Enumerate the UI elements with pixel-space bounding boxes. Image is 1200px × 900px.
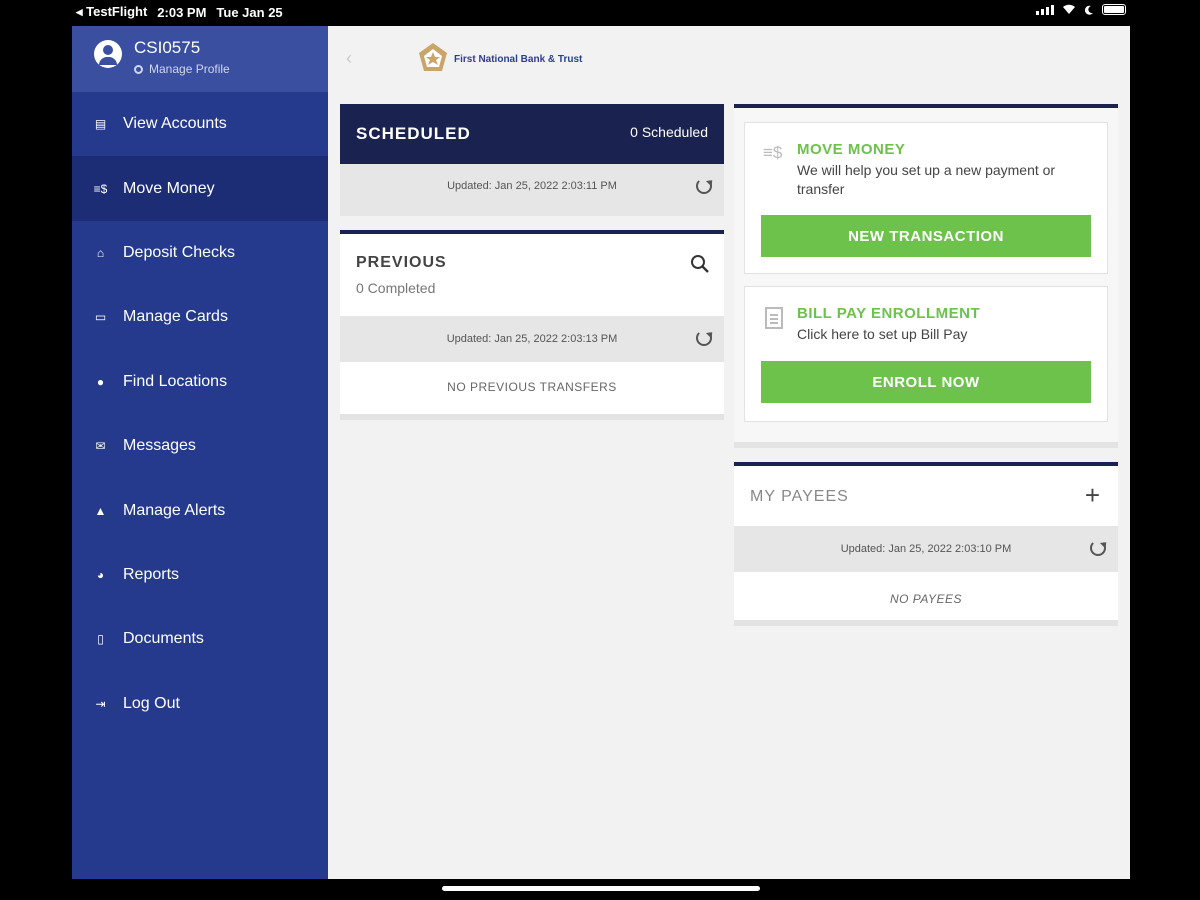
add-payee-plus-icon[interactable]: +	[1085, 480, 1100, 511]
bill-pay-box: BILL PAY ENROLLMENT Click here to set up…	[744, 286, 1108, 422]
scheduled-header: SCHEDULED 0 Scheduled	[340, 104, 724, 164]
bank-name: First National Bank & Trust	[454, 54, 583, 65]
move-money-box: ≡$ MOVE MONEY We will help you set up a …	[744, 122, 1108, 274]
card-shadow	[340, 414, 724, 420]
sidebar-item-find-locations[interactable]: ● Find Locations	[72, 350, 328, 414]
bank-icon: ⌂	[96, 245, 105, 260]
status-date: Tue Jan 25	[216, 4, 283, 20]
location-pin-icon: ●	[96, 374, 105, 389]
sidebar-item-reports[interactable]: ◕ Reports	[72, 543, 328, 607]
sidebar-item-label: Move Money	[123, 179, 215, 197]
manage-profile-label: Manage Profile	[149, 62, 230, 76]
enroll-now-button[interactable]: ENROLL NOW	[761, 361, 1091, 403]
profile-header[interactable]: CSI0575 Manage Profile	[72, 26, 328, 92]
card-icon: ▭	[94, 310, 107, 325]
testflight-back-link[interactable]: ◂ TestFlight	[76, 4, 147, 20]
home-indicator[interactable]	[442, 886, 760, 891]
status-bar: ◂ TestFlight 2:03 PM Tue Jan 25	[0, 0, 1200, 24]
previous-completed-count: 0 Completed	[356, 280, 436, 296]
accounts-icon: ▤	[94, 117, 107, 132]
scheduled-title: SCHEDULED	[356, 124, 471, 143]
moon-icon	[1084, 5, 1093, 15]
avatar-icon	[94, 40, 122, 68]
refresh-icon[interactable]	[696, 178, 712, 194]
back-chevron-icon[interactable]: ‹	[346, 48, 352, 69]
search-icon[interactable]	[690, 254, 710, 274]
sidebar-item-label: Deposit Checks	[123, 243, 236, 261]
bill-document-icon	[765, 307, 783, 329]
payees-updated-text: Updated: Jan 25, 2022 2:03:10 PM	[840, 543, 1012, 555]
refresh-icon[interactable]	[696, 330, 712, 346]
previous-updated-text: Updated: Jan 25, 2022 2:03:13 PM	[446, 333, 618, 345]
refresh-icon[interactable]	[1090, 540, 1106, 556]
previous-empty-message: NO PREVIOUS TRANSFERS	[447, 380, 617, 394]
bill-pay-description: Click here to set up Bill Pay	[797, 326, 968, 342]
move-money-description: We will help you set up a new payment or…	[797, 162, 1056, 197]
gear-icon	[134, 64, 143, 74]
sidebar-item-label: View Accounts	[123, 115, 227, 133]
move-money-title: MOVE MONEY	[797, 141, 906, 158]
sidebar-item-label: Manage Alerts	[123, 501, 226, 519]
cellular-signal-icon	[1036, 4, 1054, 15]
sidebar-item-log-out[interactable]: ⇥ Log Out	[72, 672, 328, 736]
bell-icon: ▲	[94, 503, 107, 518]
pie-chart-icon: ◕	[96, 567, 105, 582]
document-icon: ▯	[97, 632, 104, 647]
sidebar: CSI0575 Manage Profile ▤ View Accounts ≡…	[72, 26, 328, 879]
card-shadow	[734, 620, 1118, 626]
payees-card: MY PAYEES + Updated: Jan 25, 2022 2:03:1…	[734, 462, 1118, 626]
envelope-icon: ✉	[95, 439, 106, 454]
scheduled-updated-text: Updated: Jan 25, 2022 2:03:11 PM	[447, 180, 617, 192]
sidebar-item-deposit-checks[interactable]: ⌂ Deposit Checks	[72, 221, 328, 285]
previous-title: PREVIOUS	[356, 254, 447, 271]
payees-updated-row: Updated: Jan 25, 2022 2:03:10 PM	[734, 526, 1118, 572]
wifi-icon	[1063, 4, 1075, 14]
app-screen: CSI0575 Manage Profile ▤ View Accounts ≡…	[72, 26, 1130, 879]
card-shadow	[734, 442, 1118, 448]
move-money-icon: ≡$	[763, 143, 783, 162]
app-header: ‹ First National Bank & Trust	[328, 26, 1130, 96]
scheduled-updated-row: Updated: Jan 25, 2022 2:03:11 PM	[340, 164, 724, 216]
bill-pay-title: BILL PAY ENROLLMENT	[797, 305, 981, 322]
scheduled-count: 0 Scheduled	[630, 124, 708, 140]
battery-icon	[1102, 4, 1126, 15]
profile-username: CSI0575	[134, 38, 201, 57]
logout-icon: ⇥	[95, 696, 106, 711]
sidebar-item-label: Messages	[123, 437, 196, 455]
new-transaction-button[interactable]: NEW TRANSACTION	[761, 215, 1091, 257]
sidebar-item-label: Documents	[123, 630, 204, 648]
sidebar-item-documents[interactable]: ▯ Documents	[72, 607, 328, 671]
manage-profile-link[interactable]: Manage Profile	[134, 62, 230, 76]
sidebar-item-label: Log Out	[123, 694, 180, 712]
sidebar-item-label: Manage Cards	[123, 308, 228, 326]
sidebar-item-messages[interactable]: ✉ Messages	[72, 414, 328, 478]
sidebar-item-manage-alerts[interactable]: ▲ Manage Alerts	[72, 478, 328, 542]
move-money-icon: ≡$	[93, 181, 108, 196]
previous-card: PREVIOUS 0 Completed Updated: Jan 25, 20…	[340, 230, 724, 420]
sidebar-item-label: Reports	[123, 565, 180, 583]
sidebar-item-manage-cards[interactable]: ▭ Manage Cards	[72, 285, 328, 349]
sidebar-item-view-accounts[interactable]: ▤ View Accounts	[72, 92, 328, 156]
payees-empty-message: NO PAYEES	[889, 592, 963, 606]
previous-updated-row: Updated: Jan 25, 2022 2:03:13 PM	[340, 316, 724, 362]
payees-title: MY PAYEES	[750, 488, 849, 505]
status-time: 2:03 PM	[157, 4, 207, 20]
sidebar-item-move-money[interactable]: ≡$ Move Money	[72, 156, 328, 221]
bank-logo	[419, 43, 447, 71]
actions-panel: ≡$ MOVE MONEY We will help you set up a …	[734, 104, 1118, 448]
sidebar-item-label: Find Locations	[123, 372, 228, 390]
